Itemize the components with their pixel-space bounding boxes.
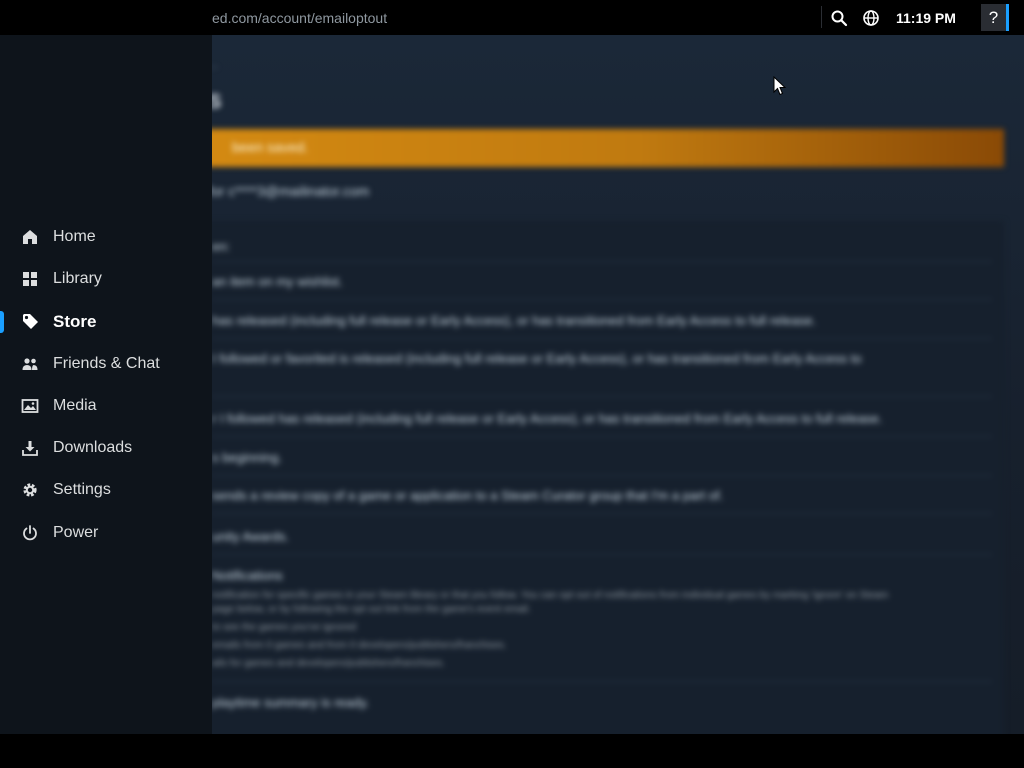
notification-detail: emails from 0 games and from 0 developer… [212,640,507,651]
page-title: S [212,91,222,113]
notification-detail: page below, or by following the opt out … [212,604,531,615]
menu-item-store[interactable]: Store [0,303,212,339]
mouse-cursor-icon [773,76,787,96]
friends-icon [21,355,39,373]
menu-item-label: Media [53,397,97,414]
menu-item-label: Store [53,312,97,331]
menu-item-power[interactable]: Power [0,515,212,551]
option-row[interactable]: Notifications [212,568,283,583]
option-row[interactable]: s beginning. [212,450,282,465]
saved-banner: been saved. [212,129,1004,167]
menu-item-friends-chat[interactable]: Friends & Chat [0,346,212,382]
media-icon [21,397,39,415]
option-row[interactable]: an item on my wishlist. [212,274,343,289]
search-icon[interactable] [830,9,848,27]
email-optout-page: ... S been saved. for c****3@mailinator.… [212,35,1024,734]
menu-item-label: Friends & Chat [53,355,160,372]
divider [212,436,992,437]
top-bar-divider [821,6,822,28]
gear-icon [21,481,39,499]
option-row[interactable]: unity Awards. [212,529,289,544]
home-icon [21,228,39,246]
tag-icon [21,312,39,330]
library-grid-icon [21,270,39,288]
menu-item-label: Settings [53,481,111,498]
banner-text: been saved. [232,139,309,155]
download-icon [21,439,39,457]
menu-item-label: Downloads [53,439,133,456]
bottom-bar [0,734,1024,768]
divider [212,299,992,300]
divider [212,338,992,339]
menu-item-home[interactable]: Home [0,219,212,255]
breadcrumb: ... [212,57,219,71]
active-indicator [0,311,4,333]
divider [212,554,992,555]
options-panel: en: an item on my wishlist. has released… [212,221,1004,734]
menu-item-label: Library [53,270,102,287]
divider [212,475,992,476]
menu-item-downloads[interactable]: Downloads [0,430,212,466]
divider [212,681,992,682]
divider [212,261,992,262]
menu-item-label: Power [53,524,99,541]
divider [212,396,992,397]
menu-item-media[interactable]: Media [0,388,212,424]
menu-item-label: Home [53,228,96,245]
menu-item-library[interactable]: Library [0,261,212,297]
blurred-page-content: ... S been saved. for c****3@mailinator.… [212,35,1024,734]
globe-icon[interactable] [862,9,880,27]
ignored-games-link[interactable]: to see the games you've ignored [212,622,356,633]
option-row[interactable]: sends a review copy of a game or applica… [212,488,723,503]
email-address-line: for c****3@mailinator.com [212,183,370,199]
address-url[interactable]: ed.com/account/emailoptout [212,10,387,26]
options-header: en: [212,239,231,254]
option-row[interactable]: playtime summary is ready. [212,695,369,710]
option-row[interactable]: r I followed has released (including ful… [212,411,883,426]
power-icon [21,524,39,542]
option-row[interactable]: has released (including full release or … [212,313,816,328]
notification-detail: ails for games and developers/publishers… [212,658,445,669]
notification-detail: notification for specific games in your … [212,590,889,601]
menu-item-settings[interactable]: Settings [0,472,212,508]
divider [212,513,992,514]
help-button[interactable]: ? [981,4,1009,31]
top-bar: ed.com/account/emailoptout 11:19 PM ? [0,0,1024,35]
clock: 11:19 PM [896,10,956,26]
option-row[interactable]: I followed or favorited is released (inc… [212,351,862,366]
main-menu: Home Library Store Friends & Chat Media … [0,35,212,734]
